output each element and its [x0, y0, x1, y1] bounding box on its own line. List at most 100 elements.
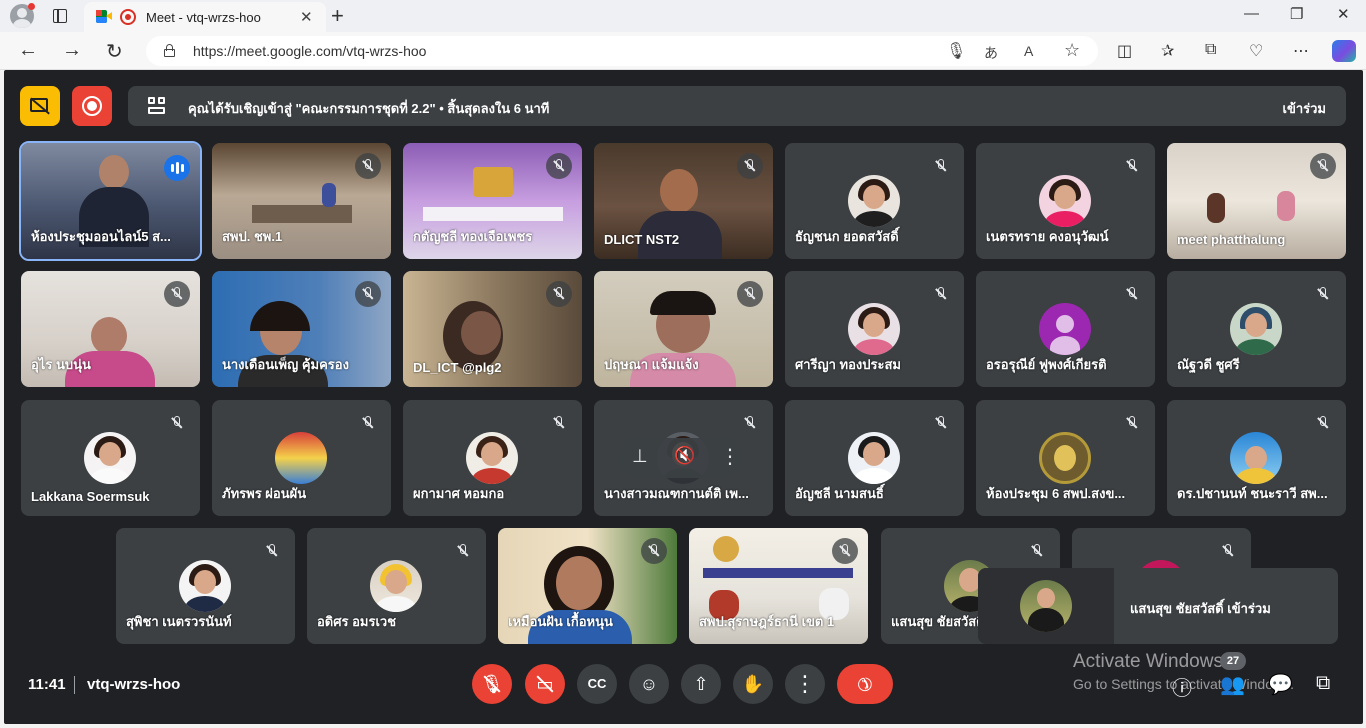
participant-tile[interactable]: ห้องประชุมออนไลน์5 ส...: [19, 141, 202, 261]
participant-tile[interactable]: สพป.สุราษฎร์ธานี เขต 1: [689, 528, 868, 644]
split-screen-icon[interactable]: ◫: [1117, 41, 1132, 61]
raise-hand-button[interactable]: ✋: [733, 664, 773, 704]
participant-tile[interactable]: ภัทรพร ผ่อนผัน: [212, 400, 391, 516]
participant-avatar: [1230, 432, 1282, 484]
participant-tile[interactable]: ปฤษณา แจ้มแจ้ง: [594, 271, 773, 387]
translate-icon[interactable]: あ: [984, 43, 998, 63]
hand-icon: ✋: [741, 674, 765, 694]
mic-off-icon: [546, 410, 572, 436]
activation-watermark-title: Activate Windows: [1073, 651, 1223, 672]
participant-tile[interactable]: อรอรุณีย์ ฟูพงศ์เกียรติ: [976, 271, 1155, 387]
participant-name: ห้องประชุมออนไลน์5 ส...: [31, 229, 171, 244]
camera-off-indicator[interactable]: [20, 86, 60, 126]
activities-icon[interactable]: ⧉: [1316, 672, 1330, 695]
participant-tile[interactable]: เหมือนฝัน เกื้อหนุน: [498, 528, 677, 644]
participant-tile[interactable]: เนตรทราย คงอนุวัฒน์: [976, 143, 1155, 259]
mic-off-icon: [355, 281, 381, 307]
microphone-icon[interactable]: 🎙: [946, 41, 966, 61]
microphone-toggle-button[interactable]: 🎙: [472, 664, 512, 704]
participant-name: ปฤษณา แจ้มแจ้ง: [604, 357, 699, 372]
emoji-icon: ☺: [639, 674, 659, 694]
participant-name: เหมือนฝัน เกื้อหนุน: [508, 614, 613, 629]
chat-icon[interactable]: 💬: [1268, 672, 1293, 697]
back-icon[interactable]: ←: [18, 39, 38, 62]
tab-close-icon[interactable]: ✕: [300, 8, 313, 26]
mic-off-icon: [164, 281, 190, 307]
participant-tile[interactable]: ดร.ปชานนท์ ชนะราวี สพ...: [1167, 400, 1346, 516]
url-field[interactable]: https://meet.google.com/vtq-wrzs-hoo 🎙 あ…: [146, 36, 1098, 66]
microphone-off-icon: 🎙: [480, 674, 504, 694]
mic-off-icon: [1310, 281, 1336, 307]
more-vert-icon: ⋮: [794, 671, 816, 696]
captions-button[interactable]: CC: [577, 664, 617, 704]
copilot-icon[interactable]: [1332, 40, 1356, 62]
breakout-rooms-icon: [148, 97, 166, 115]
participant-name: อรอรุณีย์ ฟูพงศ์เกียรติ: [986, 357, 1107, 372]
forward-icon[interactable]: →: [62, 39, 82, 62]
participant-tile[interactable]: สุพิชา เนตรวรนันท์: [116, 528, 295, 644]
participant-avatar: [848, 303, 900, 355]
participant-tile[interactable]: อัญชลี นามสนธิ์: [785, 400, 964, 516]
tile-hover-actions: ⊥ 🔇 ⋮: [618, 438, 742, 478]
close-window-button[interactable]: ✕: [1337, 5, 1350, 23]
mic-off-icon: [928, 410, 954, 436]
camera-toggle-button[interactable]: ▭: [525, 664, 565, 704]
mic-off-icon: [355, 410, 381, 436]
collections-icon[interactable]: ⧉: [1205, 41, 1216, 59]
recording-indicator[interactable]: [72, 86, 112, 126]
extensions-icon[interactable]: ♡: [1249, 41, 1263, 61]
mic-off-icon: [641, 538, 667, 564]
participant-tile[interactable]: นางเดือนเพ็ญ คุ้มครอง: [212, 271, 391, 387]
favorite-star-icon[interactable]: ☆: [1064, 40, 1080, 61]
participant-tile[interactable]: ธัญชนก ยอดสวัสดิ์: [785, 143, 964, 259]
participant-tile[interactable]: ห้องประชุม 6 สพป.สงข...: [976, 400, 1155, 516]
participant-name: สุพิชา เนตรวรนันท์: [126, 614, 232, 629]
participant-tile[interactable]: กตัญชลี ทองเจือเพชร: [403, 143, 582, 259]
join-notification-toast[interactable]: แสนสุข ชัยสวัสดิ์ เข้าร่วม: [978, 568, 1338, 644]
refresh-icon[interactable]: ↻: [106, 39, 123, 64]
participant-tile[interactable]: ⊥ 🔇 ⋮ นางสาวมณฑกานต์ติ เพ...: [594, 400, 773, 516]
browser-tab[interactable]: Meet - vtq-wrzs-hoo ✕: [84, 2, 326, 32]
new-tab-button[interactable]: +: [331, 3, 344, 29]
participant-avatar: [1039, 175, 1091, 227]
reactions-button[interactable]: ☺: [629, 664, 669, 704]
participant-name: ศารีญา ทองประสม: [795, 357, 901, 372]
url-text[interactable]: https://meet.google.com/vtq-wrzs-hoo: [193, 43, 426, 59]
join-breakout-button[interactable]: เข้าร่วม: [1283, 98, 1326, 119]
participant-tile[interactable]: สพป. ชพ.1: [212, 143, 391, 259]
mic-off-icon: [450, 538, 476, 564]
participant-tile[interactable]: อุไร นบนุ่น: [21, 271, 200, 387]
banner-text: คุณได้รับเชิญเข้าสู่ "คณะกรรมการชุดที่ 2…: [188, 101, 550, 116]
participant-tile[interactable]: ศารีญา ทองประสม: [785, 271, 964, 387]
read-aloud-icon[interactable]: A: [1024, 43, 1033, 59]
mute-participant-icon[interactable]: 🔇: [674, 446, 695, 466]
pin-icon[interactable]: ⊥: [632, 446, 648, 467]
tab-actions-icon[interactable]: [53, 9, 67, 23]
participant-tile[interactable]: อดิศร อมรเวช: [307, 528, 486, 644]
participant-tile[interactable]: meet phatthalung: [1167, 143, 1346, 259]
participant-avatar: [466, 432, 518, 484]
lock-icon[interactable]: [164, 44, 175, 57]
mic-off-icon: [1215, 538, 1241, 564]
restore-button[interactable]: ❐: [1290, 5, 1303, 23]
toast-text: แสนสุข ชัยสวัสดิ์ เข้าร่วม: [1130, 601, 1271, 616]
more-options-button[interactable]: ⋮: [785, 664, 825, 704]
participant-tile[interactable]: ณัฐวดี ชูศรี: [1167, 271, 1346, 387]
participant-name: DLICT NST2: [604, 232, 680, 247]
meeting-info-icon[interactable]: ⓘ: [1172, 672, 1192, 701]
participant-name: สพป. ชพ.1: [222, 229, 283, 244]
participant-tile[interactable]: Lakkana Soermsuk: [21, 400, 200, 516]
participant-tile[interactable]: DLICT NST2: [594, 143, 773, 259]
more-menu-icon[interactable]: ⋯: [1293, 41, 1309, 61]
minimize-button[interactable]: —: [1244, 5, 1259, 22]
favorites-icon[interactable]: ✰: [1161, 41, 1174, 61]
participant-count-badge: 27: [1220, 652, 1246, 670]
people-icon[interactable]: 👥: [1220, 672, 1245, 697]
mic-off-icon: [1119, 281, 1145, 307]
organization-seal: [1039, 432, 1091, 484]
more-options-icon[interactable]: ⋮: [720, 444, 740, 469]
leave-call-button[interactable]: ✆: [837, 664, 893, 704]
present-screen-button[interactable]: ⇧: [681, 664, 721, 704]
participant-tile[interactable]: ผกามาศ หอมกอ: [403, 400, 582, 516]
participant-tile[interactable]: DL_ICT @plg2: [403, 271, 582, 387]
